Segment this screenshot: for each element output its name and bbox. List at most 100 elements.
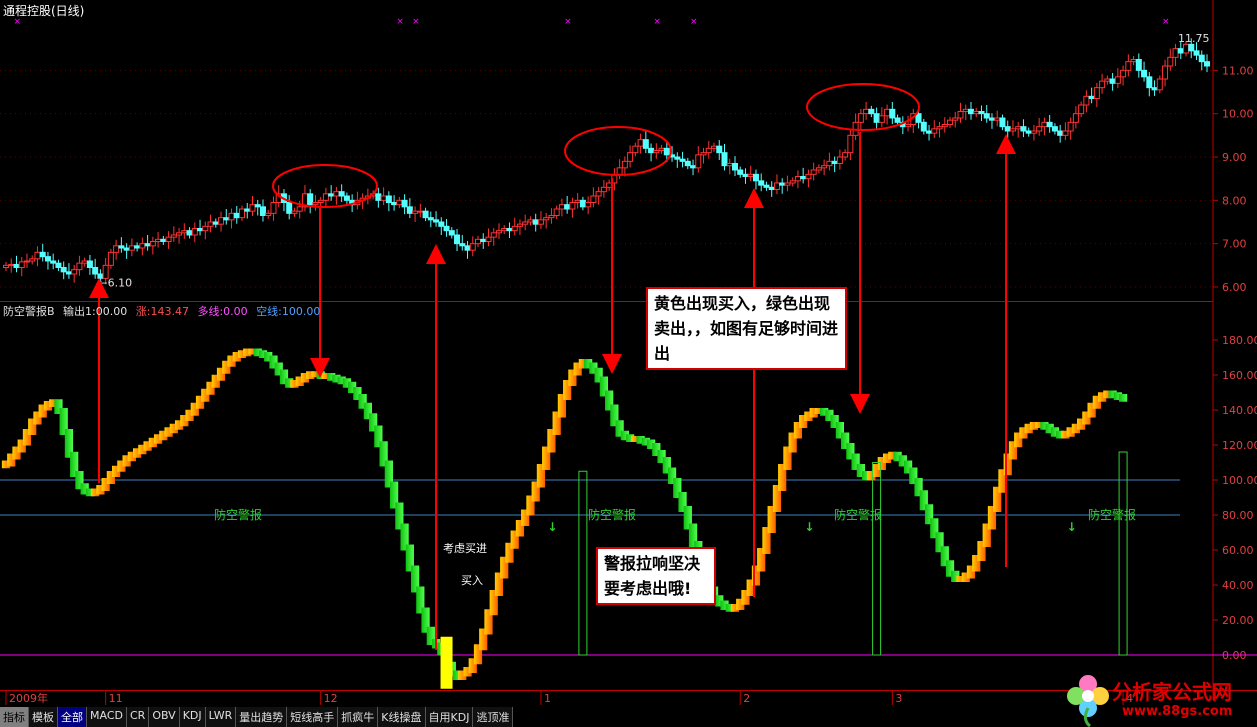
candle-down (1135, 59, 1142, 71)
candle-up (18, 261, 25, 269)
candle-up (857, 113, 864, 123)
tab-cr[interactable]: CR (126, 707, 150, 727)
candle-up (128, 245, 135, 251)
candle-down (752, 173, 759, 182)
candle-up (239, 208, 246, 219)
candle-up (485, 236, 492, 243)
indicator-tick-label: 80.00 (1222, 509, 1254, 522)
candle-down (438, 221, 445, 227)
candle-up (202, 225, 209, 232)
candle-up (784, 182, 791, 186)
alarm-label: 防空警报 (588, 507, 636, 522)
candle-up (711, 145, 718, 149)
tab-volume-trend[interactable]: 量出趋势 (236, 707, 288, 727)
candle-up (107, 251, 114, 266)
candle-up (176, 232, 183, 236)
tab-template[interactable]: 模板 (29, 707, 58, 727)
candle-down (254, 204, 261, 208)
candle-up (947, 119, 954, 125)
candle-up (695, 154, 702, 169)
tab-kdj[interactable]: KDJ (179, 707, 206, 727)
candle-up (826, 160, 833, 167)
candle-up (1078, 104, 1085, 115)
candle-up (595, 191, 602, 197)
tab-escape-top[interactable]: 逃顶准 (473, 707, 514, 727)
candle-down (800, 176, 807, 180)
watermark-text: 分析家公式网 (1112, 680, 1232, 704)
indicator-output: 输出1:00.00 (63, 305, 128, 318)
candle-down (684, 160, 691, 167)
candle-down (338, 191, 345, 197)
alarm-callout: 警报拉响坚决要考虑出哦! (596, 547, 716, 605)
candle-down (92, 267, 99, 275)
candle-down (13, 263, 20, 269)
candle-down (422, 210, 429, 219)
tab-catch-bull[interactable]: 抓疯牛 (338, 707, 379, 727)
tab-k-operation[interactable]: K线操盘 (378, 707, 426, 727)
candle-up (1162, 65, 1169, 80)
indicator-tick-label: 160.00 (1222, 369, 1257, 382)
chart-canvas: 11.0010.009.008.007.006.00180.00160.0014… (0, 0, 1257, 705)
candle-up (821, 165, 828, 169)
candle-down (459, 243, 466, 247)
candle-down (983, 113, 990, 119)
tab-obv[interactable]: OBV (149, 707, 180, 727)
candle-up (747, 173, 754, 177)
candle-up (936, 126, 943, 130)
candle-down (244, 208, 251, 212)
candle-up (490, 232, 497, 238)
candle-up (522, 221, 529, 225)
candle-up (81, 260, 88, 264)
tab-indicator[interactable]: 指标 (0, 707, 29, 727)
tab-all[interactable]: 全部 (58, 707, 87, 727)
candle-down (1109, 78, 1116, 84)
tab-lwr[interactable]: LWR (205, 707, 237, 727)
candle-down (448, 230, 455, 236)
tab-short-expert[interactable]: 短线高手 (287, 707, 339, 727)
candle-down (1141, 69, 1148, 78)
signal-marker-icon: × (412, 17, 420, 27)
candle-up (632, 145, 639, 154)
candle-down (401, 199, 408, 208)
candle-up (658, 147, 665, 151)
tab-macd[interactable]: MACD (87, 707, 127, 727)
candle-down (464, 245, 471, 251)
candle-up (537, 219, 544, 225)
candle-up (553, 208, 560, 216)
candle-up (516, 223, 523, 227)
candle-up (1093, 87, 1100, 99)
candle-up (653, 150, 660, 154)
candle-up (265, 212, 272, 216)
candle-up (600, 186, 607, 193)
watermark: 分析家公式网 www.88gs.com (1060, 668, 1257, 727)
stock-title: 通程控股(日线) (3, 4, 85, 18)
candle-down (920, 121, 927, 132)
high-price-annotation: 11.75 (1178, 32, 1210, 45)
signal-marker-icon: × (564, 17, 572, 27)
candle-down (1025, 130, 1032, 134)
candle-down (286, 202, 293, 214)
consider-buy-label: 考虑买进 (443, 542, 487, 555)
candle-up (1099, 80, 1106, 89)
down-arrow-icon: ↓ (547, 520, 557, 534)
candle-up (590, 195, 597, 203)
indicator-tab-bar: 指标 模板 全部 MACD CR OBV KDJ LWR 量出趋势 短线高手 抓… (0, 707, 525, 727)
candle-up (952, 117, 959, 121)
indicator-name: 防空警报B (3, 305, 55, 318)
candle-up (29, 258, 36, 262)
x-tick-label: 11 (109, 692, 123, 705)
candle-up (1067, 121, 1074, 132)
candle-up (1036, 126, 1043, 132)
price-tick-label: 10.00 (1222, 108, 1254, 121)
candle-up (815, 167, 822, 171)
candle-up (994, 117, 1001, 121)
candle-down (1188, 43, 1195, 52)
candle-up (1167, 56, 1174, 67)
tab-custom-kdj[interactable]: 自用KDJ (425, 707, 474, 727)
candle-down (186, 230, 193, 236)
candle-down (118, 245, 125, 249)
candle-up (569, 202, 576, 210)
indicator-tick-label: 60.00 (1222, 544, 1254, 557)
candle-up (773, 182, 780, 190)
candle-up (1125, 61, 1132, 71)
